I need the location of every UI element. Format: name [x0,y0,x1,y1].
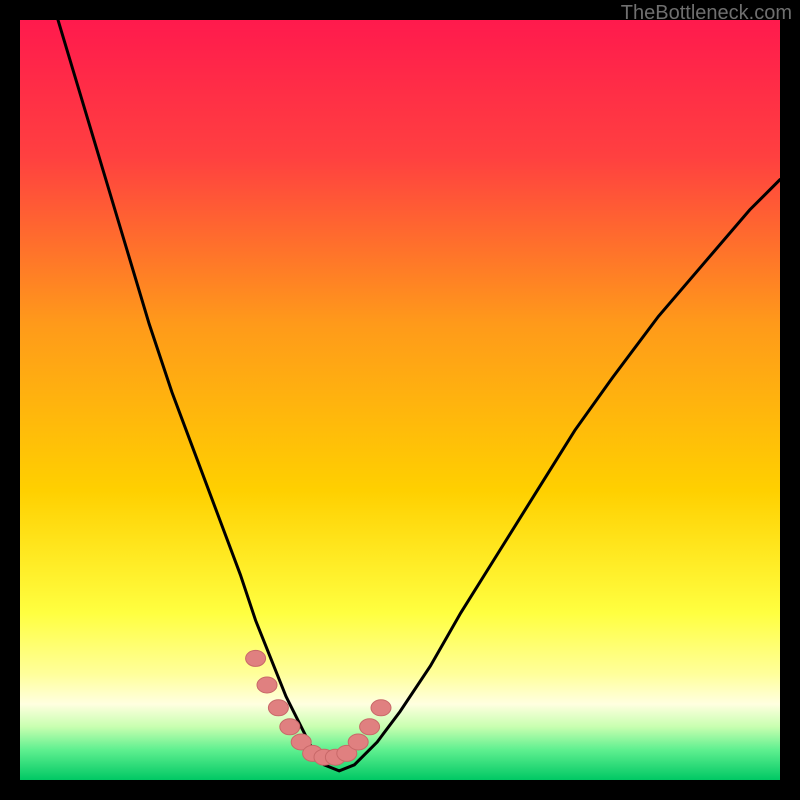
data-point [257,677,277,693]
data-point [360,719,380,735]
data-point [246,650,266,666]
data-point [348,734,368,750]
chart-frame [20,20,780,780]
gradient-background [20,20,780,780]
watermark-text: TheBottleneck.com [621,2,792,25]
data-point [268,700,288,716]
bottleneck-chart [20,20,780,780]
data-point [280,719,300,735]
data-point [371,700,391,716]
